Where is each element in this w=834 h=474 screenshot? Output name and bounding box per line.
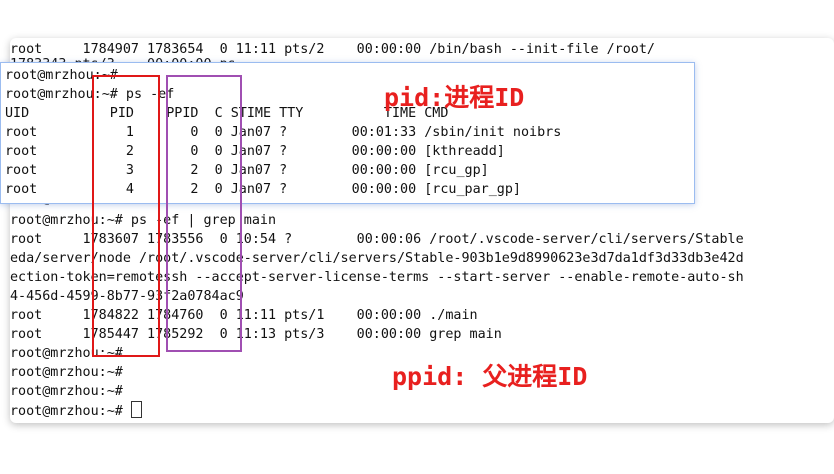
process-row: root 4 2 0 Jan07 ? 00:00:00 [rcu_par_gp]	[5, 182, 521, 197]
terminal-line: root@mrzhou:~#	[10, 365, 123, 380]
pid-column-highlight	[92, 75, 160, 357]
process-row: root 1 0 0 Jan07 ? 00:01:33 /sbin/init n…	[5, 125, 562, 140]
pid-annotation: pid:进程ID	[384, 83, 525, 112]
prompt-text: root@mrzhou:~#	[10, 404, 131, 419]
terminal-line: root 1784822 1784760 0 11:11 pts/1 00:00…	[10, 308, 478, 323]
terminal-line: root@mrzhou:~#	[10, 384, 123, 399]
process-row: root 2 0 0 Jan07 ? 00:00:00 [kthreadd]	[5, 144, 505, 159]
ppid-annotation: ppid: 父进程ID	[392, 362, 588, 391]
cursor	[130, 401, 142, 418]
ppid-column-highlight	[166, 75, 242, 352]
process-row: root 3 2 0 Jan07 ? 00:00:00 [rcu_gp]	[5, 163, 489, 178]
terminal-prompt-line[interactable]: root@mrzhou:~#	[10, 401, 142, 421]
terminal-line: root 1785447 1785292 0 11:13 pts/3 00:00…	[10, 327, 502, 342]
